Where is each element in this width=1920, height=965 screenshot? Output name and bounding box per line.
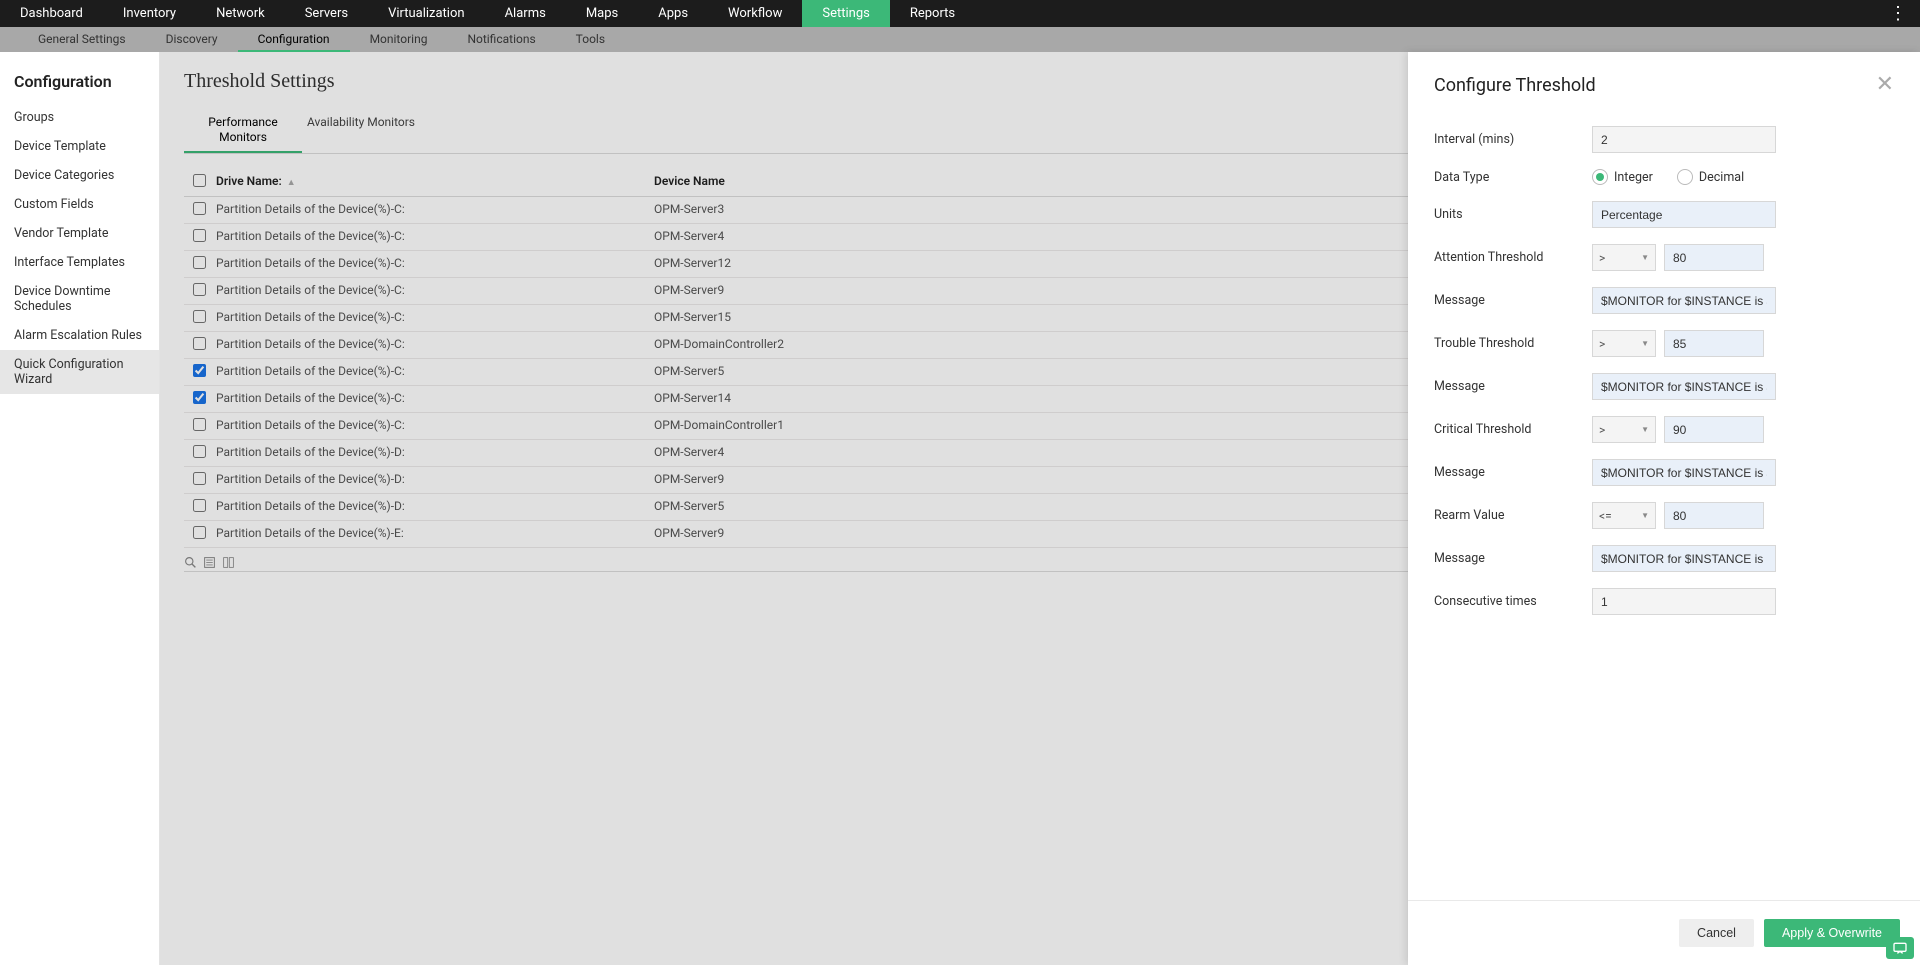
nav-network[interactable]: Network [196,0,285,27]
radio-dot-icon [1677,169,1693,185]
top-nav: DashboardInventoryNetworkServersVirtuali… [0,0,1920,27]
sidebar-item-groups[interactable]: Groups [0,103,159,132]
attention-value-input[interactable] [1664,244,1764,271]
cancel-button[interactable]: Cancel [1679,919,1754,947]
subnav-discovery[interactable]: Discovery [146,27,238,52]
trouble-message-input[interactable] [1592,373,1776,400]
interval-input[interactable] [1592,126,1776,153]
critical-op-select[interactable]: >▼ [1592,416,1656,443]
critical-message-input[interactable] [1592,459,1776,486]
chevron-down-icon: ▼ [1641,253,1649,262]
sidebar-item-device-downtime-schedules[interactable]: Device Downtime Schedules [0,277,159,321]
label-attention: Attention Threshold [1434,250,1592,265]
sidebar-item-vendor-template[interactable]: Vendor Template [0,219,159,248]
chevron-down-icon: ▼ [1641,339,1649,348]
nav-dashboard[interactable]: Dashboard [0,0,103,27]
sidebar: Configuration GroupsDevice TemplateDevic… [0,52,160,965]
sidebar-item-interface-templates[interactable]: Interface Templates [0,248,159,277]
sidebar-item-quick-configuration-wizard[interactable]: Quick Configuration Wizard [0,350,159,394]
critical-value-input[interactable] [1664,416,1764,443]
chevron-down-icon: ▼ [1641,425,1649,434]
nav-servers[interactable]: Servers [285,0,368,27]
sidebar-item-alarm-escalation-rules[interactable]: Alarm Escalation Rules [0,321,159,350]
label-attention-message: Message [1434,293,1592,308]
configure-threshold-drawer: Configure Threshold ✕ Interval (mins) Da… [1408,52,1920,965]
nav-maps[interactable]: Maps [566,0,638,27]
attention-op-select[interactable]: >▼ [1592,244,1656,271]
nav-alarms[interactable]: Alarms [485,0,566,27]
nav-virtualization[interactable]: Virtualization [368,0,485,27]
label-critical-message: Message [1434,465,1592,480]
close-icon[interactable]: ✕ [1876,74,1894,96]
label-critical: Critical Threshold [1434,422,1592,437]
consecutive-input[interactable] [1592,588,1776,615]
sidebar-title: Configuration [0,62,159,103]
subnav-general-settings[interactable]: General Settings [18,27,146,52]
radio-dot-icon [1592,169,1608,185]
subnav-notifications[interactable]: Notifications [447,27,555,52]
units-input[interactable] [1592,201,1776,228]
sidebar-item-device-categories[interactable]: Device Categories [0,161,159,190]
apply-overwrite-button[interactable]: Apply & Overwrite [1764,919,1900,947]
subnav-monitoring[interactable]: Monitoring [350,27,448,52]
nav-settings[interactable]: Settings [802,0,889,27]
kebab-menu-icon[interactable]: ⋮ [1875,0,1920,27]
radio-decimal[interactable]: Decimal [1677,169,1744,185]
chat-icon[interactable] [1886,937,1914,959]
label-trouble: Trouble Threshold [1434,336,1592,351]
nav-apps[interactable]: Apps [638,0,708,27]
sidebar-item-custom-fields[interactable]: Custom Fields [0,190,159,219]
chevron-down-icon: ▼ [1641,511,1649,520]
rearm-op-select[interactable]: <=▼ [1592,502,1656,529]
label-rearm-message: Message [1434,551,1592,566]
label-consecutive: Consecutive times [1434,594,1592,609]
label-interval: Interval (mins) [1434,132,1592,147]
attention-message-input[interactable] [1592,287,1776,314]
nav-workflow[interactable]: Workflow [708,0,802,27]
subnav-configuration[interactable]: Configuration [238,27,350,52]
label-units: Units [1434,207,1592,222]
label-datatype: Data Type [1434,170,1592,185]
label-trouble-message: Message [1434,379,1592,394]
nav-reports[interactable]: Reports [890,0,975,27]
subnav-tools[interactable]: Tools [556,27,625,52]
trouble-value-input[interactable] [1664,330,1764,357]
nav-inventory[interactable]: Inventory [103,0,196,27]
drawer-title: Configure Threshold [1434,75,1596,96]
rearm-message-input[interactable] [1592,545,1776,572]
rearm-value-input[interactable] [1664,502,1764,529]
label-rearm: Rearm Value [1434,508,1592,523]
sub-nav: General SettingsDiscoveryConfigurationMo… [0,27,1920,52]
sidebar-item-device-template[interactable]: Device Template [0,132,159,161]
radio-integer[interactable]: Integer [1592,169,1653,185]
trouble-op-select[interactable]: >▼ [1592,330,1656,357]
